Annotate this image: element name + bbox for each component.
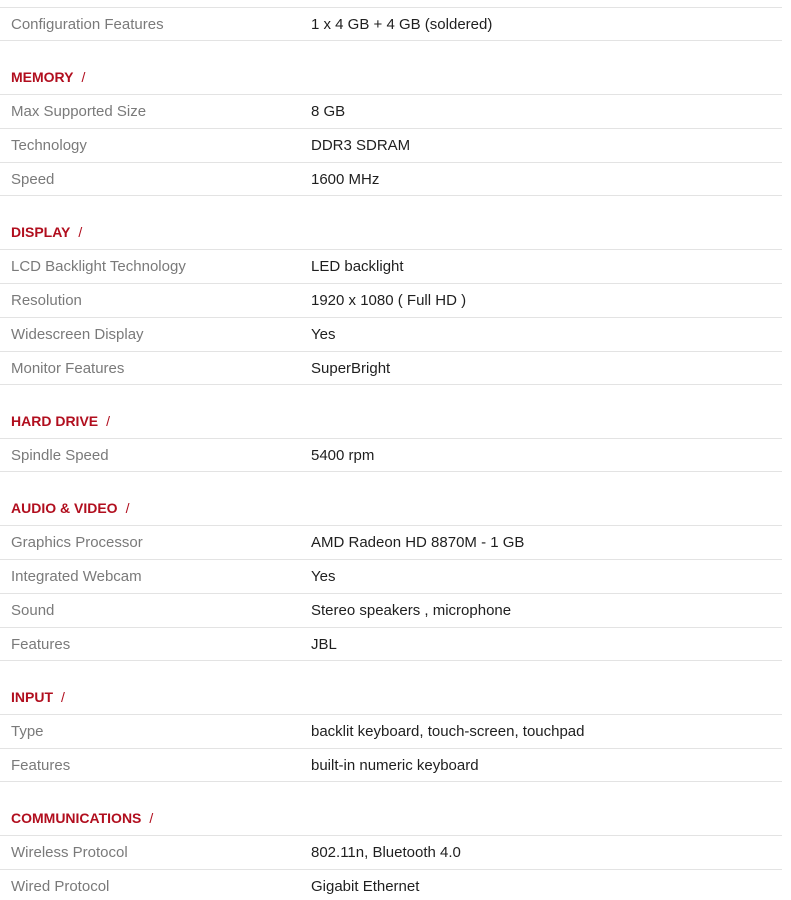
spec-label: Type xyxy=(11,723,44,740)
spec-value: JBL xyxy=(311,636,337,653)
spec-row: Resolution 1920 x 1080 ( Full HD ) xyxy=(0,283,782,317)
spec-label: Features xyxy=(11,757,71,774)
spec-label: Features xyxy=(11,636,71,653)
section-header: COMMUNICATIONS / xyxy=(11,810,153,830)
spec-row: Features built-in numeric keyboard xyxy=(0,748,782,782)
spec-label: Technology xyxy=(11,137,87,154)
section-separator: / xyxy=(78,224,83,240)
spec-value: DDR3 SDRAM xyxy=(311,137,411,154)
section-title: COMMUNICATIONS xyxy=(11,810,142,826)
spec-label: Speed xyxy=(11,171,55,188)
section-header: MEMORY / xyxy=(11,69,85,89)
spec-value: LED backlight xyxy=(311,258,404,275)
spec-row: Configuration Features 1 x 4 GB + 4 GB (s… xyxy=(0,7,782,41)
spec-value: 5400 rpm xyxy=(311,447,375,464)
section-title: HARD DRIVE xyxy=(11,413,99,429)
section-separator: / xyxy=(106,413,111,429)
section-header: HARD DRIVE / xyxy=(11,413,110,433)
spec-label: Max Supported Size xyxy=(11,103,147,120)
spec-label: Configuration Features xyxy=(11,16,164,33)
spec-value: Stereo speakers , microphone xyxy=(311,602,512,619)
spec-value: 8 GB xyxy=(311,103,346,120)
section-separator: / xyxy=(125,500,130,516)
section-separator: / xyxy=(81,69,86,85)
section-title: MEMORY xyxy=(11,69,74,85)
section-title: INPUT xyxy=(11,689,53,705)
section-header: INPUT / xyxy=(11,689,65,709)
spec-row: Features JBL xyxy=(0,627,782,661)
spec-label: Wired Protocol xyxy=(11,878,110,895)
spec-table: Configuration Features 1 x 4 GB + 4 GB (s… xyxy=(0,0,791,900)
spec-value: Yes xyxy=(311,326,336,343)
spec-value: Yes xyxy=(311,568,336,585)
spec-value: 1 x 4 GB + 4 GB (soldered) xyxy=(311,16,493,33)
section-header: DISPLAY / xyxy=(11,224,82,244)
section-header: AUDIO & VIDEO / xyxy=(11,500,129,520)
section-separator: / xyxy=(149,810,154,826)
spec-label: Spindle Speed xyxy=(11,447,109,464)
spec-value: backlit keyboard, touch-screen, touchpad xyxy=(311,723,585,740)
section-title: AUDIO & VIDEO xyxy=(11,500,118,516)
spec-label: LCD Backlight Technology xyxy=(11,258,186,275)
spec-value: SuperBright xyxy=(311,360,391,377)
spec-row: Monitor Features SuperBright xyxy=(0,351,782,385)
section-title: DISPLAY xyxy=(11,224,71,240)
spec-value: 802.11n, Bluetooth 4.0 xyxy=(311,844,461,861)
spec-row: LCD Backlight Technology LED backlight xyxy=(0,249,782,283)
spec-label: Graphics Processor xyxy=(11,534,143,551)
spec-row: Graphics Processor AMD Radeon HD 8870M - … xyxy=(0,525,782,559)
spec-label: Resolution xyxy=(11,292,82,309)
spec-row: Max Supported Size 8 GB xyxy=(0,94,782,128)
spec-row: Widescreen Display Yes xyxy=(0,317,782,351)
spec-row: Speed 1600 MHz xyxy=(0,162,782,196)
spec-value: AMD Radeon HD 8870M - 1 GB xyxy=(311,534,525,551)
spec-value: built-in numeric keyboard xyxy=(311,757,479,774)
spec-value: Gigabit Ethernet xyxy=(311,878,420,895)
spec-row: Integrated Webcam Yes xyxy=(0,559,782,593)
section-separator: / xyxy=(61,689,65,705)
spec-row: Technology DDR3 SDRAM xyxy=(0,128,782,162)
spec-value: 1920 x 1080 ( Full HD ) xyxy=(311,292,467,309)
spec-label: Wireless Protocol xyxy=(11,844,128,861)
spec-row: Type backlit keyboard, touch-screen, touc… xyxy=(0,714,782,748)
spec-row: Sound Stereo speakers , microphone xyxy=(0,593,782,627)
spec-label: Sound xyxy=(11,602,55,619)
spec-row: Wired Protocol Gigabit Ethernet xyxy=(0,869,782,900)
spec-row: Wireless Protocol 802.11n, Bluetooth 4.0 xyxy=(0,835,782,869)
spec-value: 1600 MHz xyxy=(311,171,380,188)
spec-row: Spindle Speed 5400 rpm xyxy=(0,438,782,472)
spec-label: Widescreen Display xyxy=(11,326,144,343)
spec-label: Monitor Features xyxy=(11,360,125,377)
spec-label: Integrated Webcam xyxy=(11,568,142,585)
